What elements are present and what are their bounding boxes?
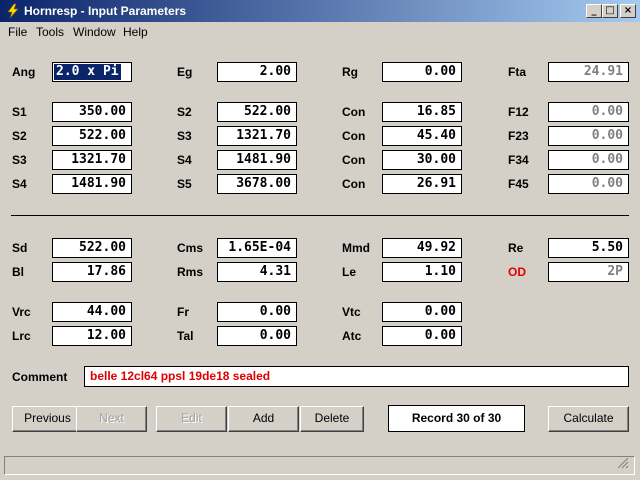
lrc-label: Lrc	[12, 329, 31, 343]
fr-field[interactable]: 0.00	[217, 302, 297, 322]
cms-field[interactable]: 1.65E-04	[217, 238, 297, 258]
atc-field[interactable]: 0.00	[382, 326, 462, 346]
menu-tools[interactable]: Tools	[36, 25, 64, 39]
calculate-button[interactable]: Calculate	[548, 406, 629, 432]
maximize-button[interactable]: □	[602, 4, 618, 18]
rms-field[interactable]: 4.31	[217, 262, 297, 282]
s2-field-left[interactable]: 522.00	[52, 126, 132, 146]
vtc-label: Vtc	[342, 305, 361, 319]
menu-bar: File Tools Window Help	[0, 22, 640, 42]
s4-label-left: S4	[12, 177, 27, 191]
f23-field: 0.00	[548, 126, 629, 146]
bl-field[interactable]: 17.86	[52, 262, 132, 282]
comment-field[interactable]: belle 12cl64 ppsl 19de18 sealed	[84, 366, 629, 387]
lrc-field[interactable]: 12.00	[52, 326, 132, 346]
eg-field[interactable]: 2.00	[217, 62, 297, 82]
minimize-button[interactable]: _	[586, 4, 602, 18]
f12-field: 0.00	[548, 102, 629, 122]
f34-field: 0.00	[548, 150, 629, 170]
con4-label: Con	[342, 177, 366, 191]
menu-help[interactable]: Help	[123, 25, 148, 39]
re-label: Re	[508, 241, 524, 255]
s5-field[interactable]: 3678.00	[217, 174, 297, 194]
window-title: Hornresp - Input Parameters	[24, 4, 187, 18]
s3-label-left: S3	[12, 153, 27, 167]
menu-window[interactable]: Window	[73, 25, 116, 39]
s2-label: S2	[177, 105, 192, 119]
od-field: 2P	[548, 262, 629, 282]
ang-value: 2.0 x Pi	[53, 63, 122, 81]
eg-label: Eg	[177, 65, 193, 79]
s3-field-left[interactable]: 1321.70	[52, 150, 132, 170]
fta-field: 24.91	[548, 62, 629, 82]
ang-label: Ang	[12, 65, 36, 79]
con1-label: Con	[342, 105, 366, 119]
le-label: Le	[342, 265, 357, 279]
previous-button[interactable]: Previous	[12, 406, 83, 432]
sd-label: Sd	[12, 241, 28, 255]
bl-label: Bl	[12, 265, 24, 279]
s4-field-left[interactable]: 1481.90	[52, 174, 132, 194]
con3-label: Con	[342, 153, 366, 167]
atc-label: Atc	[342, 329, 362, 343]
status-bar	[4, 456, 635, 475]
od-label[interactable]: OD	[508, 265, 526, 279]
f12-label: F12	[508, 105, 529, 119]
con3-field[interactable]: 30.00	[382, 150, 462, 170]
s1-field[interactable]: 350.00	[52, 102, 132, 122]
f23-label: F23	[508, 129, 529, 143]
close-button[interactable]: ×	[620, 4, 636, 18]
tal-label: Tal	[177, 329, 194, 343]
vtc-field[interactable]: 0.00	[382, 302, 462, 322]
title-bar[interactable]: Hornresp - Input Parameters _ □ ×	[0, 0, 640, 22]
rg-label: Rg	[342, 65, 358, 79]
rg-field[interactable]: 0.00	[382, 62, 462, 82]
s3-label: S3	[177, 129, 192, 143]
lightning-icon	[7, 3, 19, 19]
ang-field[interactable]: 2.0 x Pi	[52, 62, 132, 82]
section-divider	[11, 215, 629, 216]
menu-file[interactable]: File	[8, 25, 27, 39]
con2-label: Con	[342, 129, 366, 143]
rms-label: Rms	[177, 265, 204, 279]
s5-label: S5	[177, 177, 192, 191]
s2-field[interactable]: 522.00	[217, 102, 297, 122]
con2-field[interactable]: 45.40	[382, 126, 462, 146]
f34-label: F34	[508, 153, 529, 167]
next-button[interactable]: Next	[76, 406, 147, 432]
comment-label: Comment	[12, 370, 68, 384]
add-button[interactable]: Add	[228, 406, 299, 432]
s1-label: S1	[12, 105, 27, 119]
re-field[interactable]: 5.50	[548, 238, 629, 258]
mmd-field[interactable]: 49.92	[382, 238, 462, 258]
mmd-label: Mmd	[342, 241, 370, 255]
cms-label: Cms	[177, 241, 204, 255]
sd-field[interactable]: 522.00	[52, 238, 132, 258]
s4-label: S4	[177, 153, 192, 167]
fr-label: Fr	[177, 305, 189, 319]
f45-field: 0.00	[548, 174, 629, 194]
le-field[interactable]: 1.10	[382, 262, 462, 282]
vrc-label: Vrc	[12, 305, 31, 319]
resize-grip-icon[interactable]	[617, 457, 629, 469]
con4-field[interactable]: 26.91	[382, 174, 462, 194]
delete-button[interactable]: Delete	[300, 406, 364, 432]
con1-field[interactable]: 16.85	[382, 102, 462, 122]
vrc-field[interactable]: 44.00	[52, 302, 132, 322]
s4-field[interactable]: 1481.90	[217, 150, 297, 170]
fta-label: Fta	[508, 65, 526, 79]
f45-label: F45	[508, 177, 529, 191]
tal-field[interactable]: 0.00	[217, 326, 297, 346]
edit-button[interactable]: Edit	[156, 406, 227, 432]
s2-label-left: S2	[12, 129, 27, 143]
s3-field[interactable]: 1321.70	[217, 126, 297, 146]
record-indicator: Record 30 of 30	[388, 405, 525, 432]
